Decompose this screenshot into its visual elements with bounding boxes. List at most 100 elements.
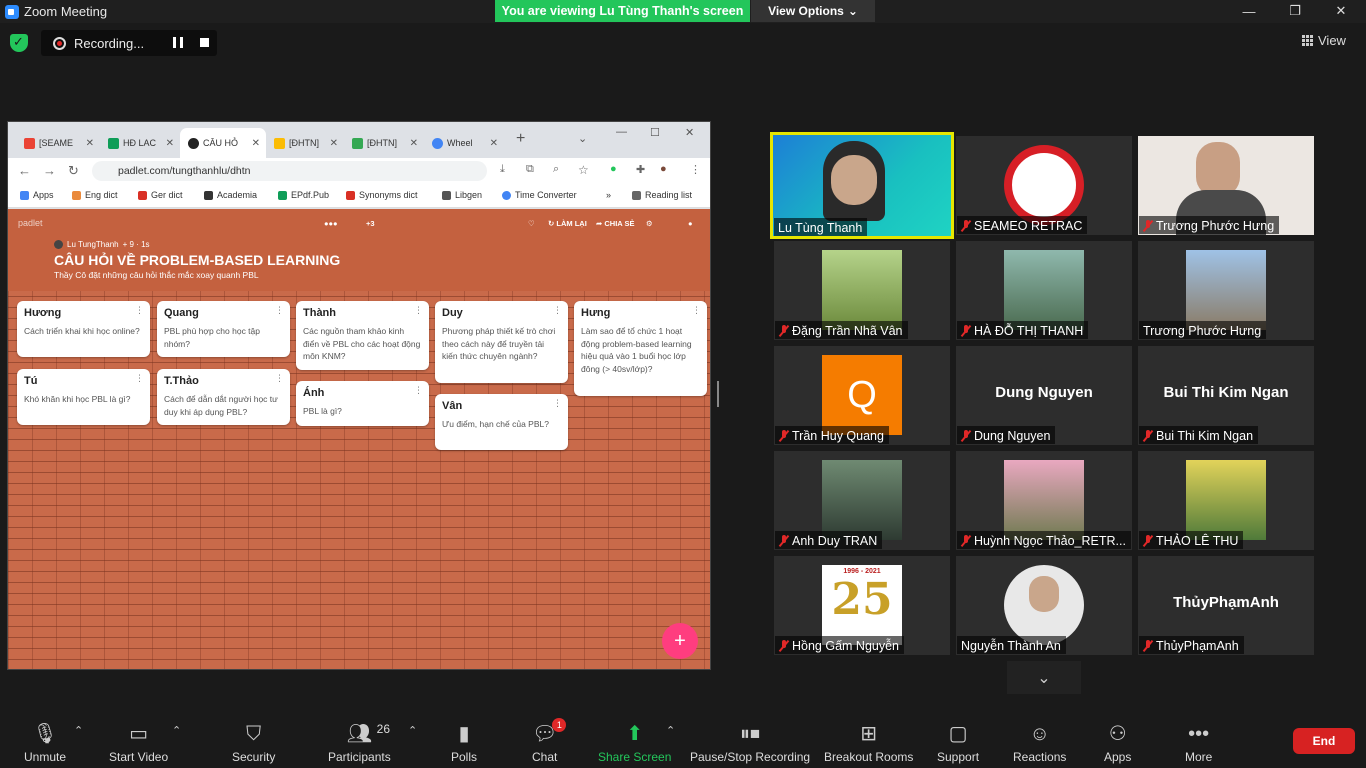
participant-tile[interactable]: SEAMEO RETRAC [956,136,1132,235]
bookmark-synonyms[interactable]: Synonyms dict [346,190,418,200]
browser-tab[interactable]: Wheel ✕ [424,128,504,158]
participant-tile[interactable]: Q Trần Huy Quang [774,346,950,445]
participants-button[interactable]: 👥︎ 26 Participants [328,720,391,764]
participant-tile[interactable]: 1996 - 2021 25 Hồng Gấm Nguyễn [774,556,950,655]
minimize-button[interactable]: — [1224,0,1274,22]
forward-icon[interactable]: → [43,163,56,178]
polls-button[interactable]: ▮ Polls [451,720,477,764]
browser-tab[interactable]: [ĐHTN] ✕ [266,128,344,158]
translate-icon[interactable]: ⧉ [526,163,534,176]
end-meeting-button[interactable]: End [1293,728,1355,754]
more-icon[interactable]: ⋮ [135,305,144,316]
participant-tile[interactable]: Anh Duy TRAN [774,451,950,550]
share-button[interactable]: ➦ CHIA SẺ [596,219,635,228]
gallery-next-page-button[interactable]: ⌄ [1007,661,1081,694]
browser-tab[interactable]: HĐ LAC ✕ [100,128,180,158]
apps-button[interactable]: ⚇ Apps [1104,720,1131,764]
more-icon[interactable]: ⋮ [692,305,701,316]
participant-tile[interactable]: Dung Nguyen Dung Nguyen [956,346,1132,445]
audio-options-caret[interactable]: ⌃ [74,724,83,737]
owner-avatar-icon[interactable]: ● [688,219,693,228]
unmute-button[interactable]: 🎙︎ Unmute [24,720,66,764]
post-card[interactable]: T.Thảo Cách để dẫn dắt người học tư duy … [157,369,290,425]
bookmark-reading-list[interactable]: Reading list [632,190,692,200]
more-icon[interactable]: ⋮ [553,305,562,316]
participant-tile[interactable]: Bui Thi Kim Ngan Bui Thi Kim Ngan [1138,346,1314,445]
split-resize-handle[interactable] [717,381,719,407]
bookmark-eng-dict[interactable]: Eng dict [72,190,118,200]
bookmark-star-icon[interactable]: ☆ [578,163,589,177]
participant-tile[interactable]: ThủyPhạmAnh ThủyPhạmAnh [1138,556,1314,655]
browser-minimize-icon[interactable]: — [616,126,627,138]
post-card[interactable]: Quang PBL phù hợp cho học tập nhóm? ⋮ [157,301,290,357]
participant-tile[interactable]: Nguyễn Thành An [956,556,1132,655]
tab-search-icon[interactable]: ⌄ [578,132,587,145]
bookmark-time-converter[interactable]: Time Converter [502,190,577,200]
post-card[interactable]: Ánh PBL là gì? ⋮ [296,381,429,426]
reactions-button[interactable]: ☺ Reactions [1013,720,1066,764]
browser-menu-icon[interactable]: ⋮ [690,163,701,176]
more-icon[interactable]: ⋮ [414,385,423,396]
browser-close-icon[interactable]: ✕ [685,126,694,139]
new-tab-icon[interactable]: + [516,130,525,148]
url-input[interactable]: padlet.com/tungthanhlu/dhtn [92,161,487,181]
browser-tab-active[interactable]: CÂU HỎ ✕ [180,128,266,158]
share-options-caret[interactable]: ⌃ [666,724,675,737]
settings-gear-icon[interactable]: ⚙ [646,219,653,228]
zoom-icon[interactable]: ⌕ [553,163,559,176]
bookmark-epdf[interactable]: EPdf.Pub [278,190,329,200]
chat-button[interactable]: 💬︎ 1 Chat [532,718,567,764]
grammarly-icon[interactable]: ● [610,163,617,175]
install-icon[interactable]: ⤓ [500,163,505,176]
post-card[interactable]: Thành Các nguồn tham khảo kinh điển về P… [296,301,429,370]
view-button[interactable]: View [1302,33,1346,48]
heart-icon[interactable]: ♡ [528,219,535,228]
participants-options-caret[interactable]: ⌃ [408,724,417,737]
participant-tile[interactable]: Huỳnh Ngọc Thảo_RETR... [956,451,1132,550]
post-card[interactable]: Tú Khó khăn khi học PBL là gì? ⋮ [17,369,150,425]
security-button[interactable]: ⛉ Security [232,720,275,764]
stop-recording-icon[interactable] [200,38,209,47]
more-icon[interactable]: ⋮ [414,305,423,316]
post-card[interactable]: Hưng Làm sao để tổ chức 1 hoạt động prob… [574,301,707,396]
bookmark-academia[interactable]: Academia [204,190,257,200]
remake-button[interactable]: ↻ LÀM LẠI [548,219,587,228]
share-screen-button[interactable]: ⬆ Share Screen [598,720,671,764]
more-icon[interactable]: ⋮ [135,373,144,384]
pause-stop-recording-button[interactable]: ⏸⏹ Pause/Stop Recording [690,720,810,764]
reload-icon[interactable]: ↻ [68,163,79,179]
browser-tab[interactable]: [SEAME ✕ [16,128,100,158]
back-icon[interactable]: ← [18,163,31,178]
start-video-button[interactable]: ▭ Start Video [109,720,168,764]
bookmark-libgen[interactable]: Libgen [442,190,482,200]
more-icon[interactable]: ⋮ [275,373,284,384]
more-icon[interactable]: ⋮ [275,305,284,316]
more-button[interactable]: ••• More [1185,720,1212,764]
pause-recording-icon[interactable] [173,37,183,48]
support-button[interactable]: ▢ Support [937,720,979,764]
browser-tab[interactable]: [ĐHTN] ✕ [344,128,424,158]
close-button[interactable]: ✕ [1316,0,1366,22]
bookmark-apps[interactable]: Apps [20,190,54,200]
profile-avatar-icon[interactable]: ● [660,163,667,175]
post-card[interactable]: Hương Cách triển khai khi học online? ⋮ [17,301,150,357]
participant-tile[interactable]: Lu Tùng Thanh [770,132,954,239]
participant-tile[interactable]: THẢO LÊ THU [1138,451,1314,550]
participant-tile[interactable]: Trương Phước Hưng [1138,241,1314,340]
bookmarks-overflow-icon[interactable]: » [606,190,611,200]
add-post-button[interactable]: + [662,623,698,659]
bookmark-ger-dict[interactable]: Ger dict [138,190,183,200]
browser-maximize-icon[interactable]: ☐ [650,126,660,139]
video-options-caret[interactable]: ⌃ [172,724,181,737]
extensions-icon[interactable]: ✚ [636,163,645,176]
breakout-rooms-button[interactable]: ⊞ Breakout Rooms [824,720,913,764]
security-shield-icon[interactable] [10,34,28,52]
post-card[interactable]: Duy Phương pháp thiết kế trò chơi theo c… [435,301,568,383]
maximize-button[interactable]: ❐ [1270,0,1320,22]
participant-tile[interactable]: Đặng Trần Nhã Vân [774,241,950,340]
post-card[interactable]: Vân Ưu điểm, hạn chế của PBL? ⋮ [435,394,568,450]
participant-tile[interactable]: Trương Phước Hưng [1138,136,1314,235]
padlet-logo[interactable]: padlet [18,218,43,228]
more-icon[interactable]: ⋮ [553,398,562,409]
participant-tile[interactable]: HÀ ĐỖ THỊ THANH [956,241,1132,340]
